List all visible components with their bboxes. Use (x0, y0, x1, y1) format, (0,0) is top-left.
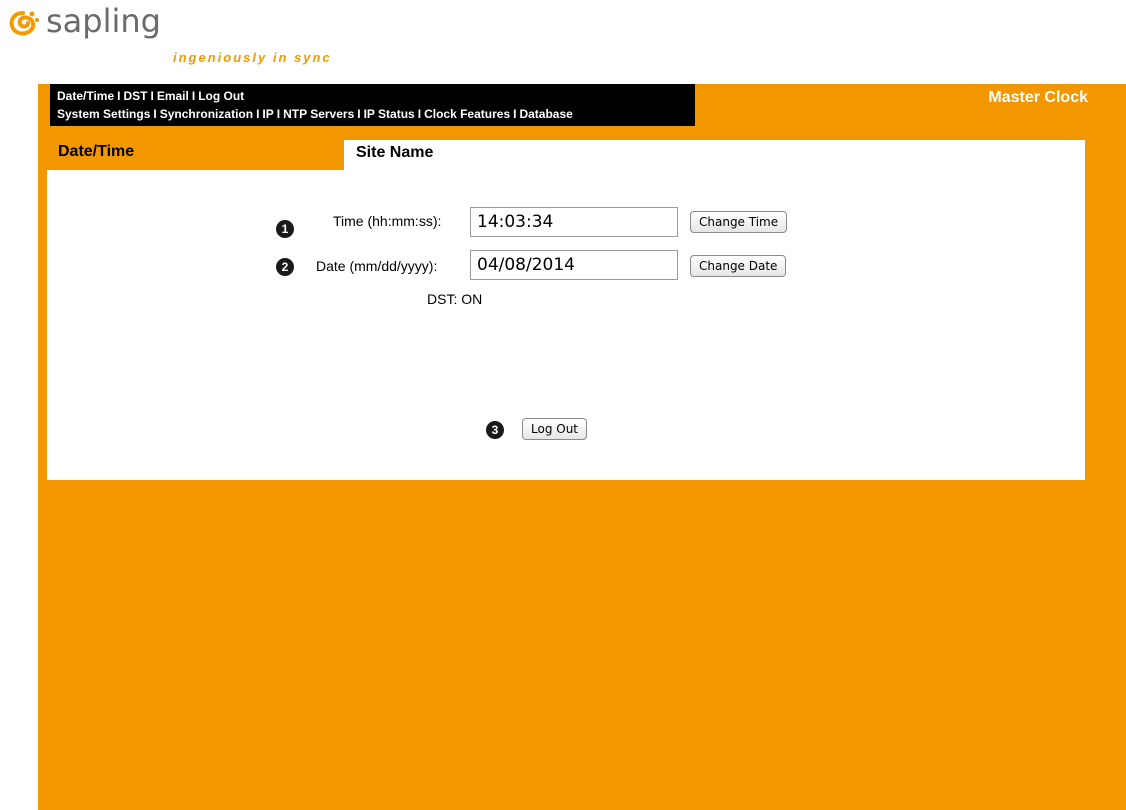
nav-link-ip[interactable]: IP (262, 107, 273, 121)
callout-badge-2: 2 (276, 258, 294, 276)
nav-separator: I (256, 107, 260, 121)
callout-badge-3: 3 (486, 421, 504, 439)
callout-badge-1: 1 (276, 220, 294, 238)
date-label: Date (mm/dd/yyyy): (316, 258, 438, 274)
nav-link-log-out[interactable]: Log Out (198, 89, 244, 103)
nav-separator: I (276, 107, 281, 121)
nav-separator: I (417, 107, 422, 121)
product-title: Master Clock (988, 89, 1088, 106)
nav-bar: Date/Time I DST I Email I Log Out System Setti… (50, 84, 695, 126)
nav-link-email[interactable]: Email (157, 89, 189, 103)
nav-link-dst[interactable]: DST (123, 89, 147, 103)
brand-name: sapling (46, 2, 161, 40)
nav-link-date-time[interactable]: Date/Time (57, 89, 114, 103)
section-title-date-time: Date/Time (58, 143, 135, 160)
sapling-logo-icon (9, 11, 39, 36)
change-time-button[interactable]: Change Time (690, 211, 788, 233)
nav-link-clock-features[interactable]: Clock Features (424, 107, 510, 121)
log-out-button[interactable]: Log Out (522, 418, 588, 440)
time-input[interactable] (470, 207, 678, 237)
change-date-button[interactable]: Change Date (690, 255, 787, 277)
site-name-tab: Site Name (344, 140, 1085, 170)
header: sapling ingeniously in sync (0, 0, 1126, 84)
date-input[interactable] (470, 250, 678, 280)
nav-separator: I (357, 107, 361, 121)
time-label: Time (hh:mm:ss): (333, 213, 442, 229)
nav-link-system-settings[interactable]: System Settings (57, 107, 150, 121)
site-name-label: Site Name (356, 144, 434, 161)
nav-link-ip-status[interactable]: IP Status (364, 107, 415, 121)
nav-link-ntp-servers[interactable]: NTP Servers (283, 107, 354, 121)
nav-link-synchronization[interactable]: Synchronization (160, 107, 253, 121)
dst-status: DST: ON (427, 291, 483, 307)
nav-separator: I (191, 89, 196, 103)
brand-tagline: ingeniously in sync (173, 50, 332, 65)
nav-separator: I (150, 89, 154, 103)
nav-link-database[interactable]: Database (519, 107, 572, 121)
nav-row-primary: Date/Time I DST I Email I Log Out (57, 89, 244, 103)
nav-separator: I (153, 107, 157, 121)
nav-row-secondary: System Settings I Synchronization I IP I NTP S… (57, 107, 573, 121)
